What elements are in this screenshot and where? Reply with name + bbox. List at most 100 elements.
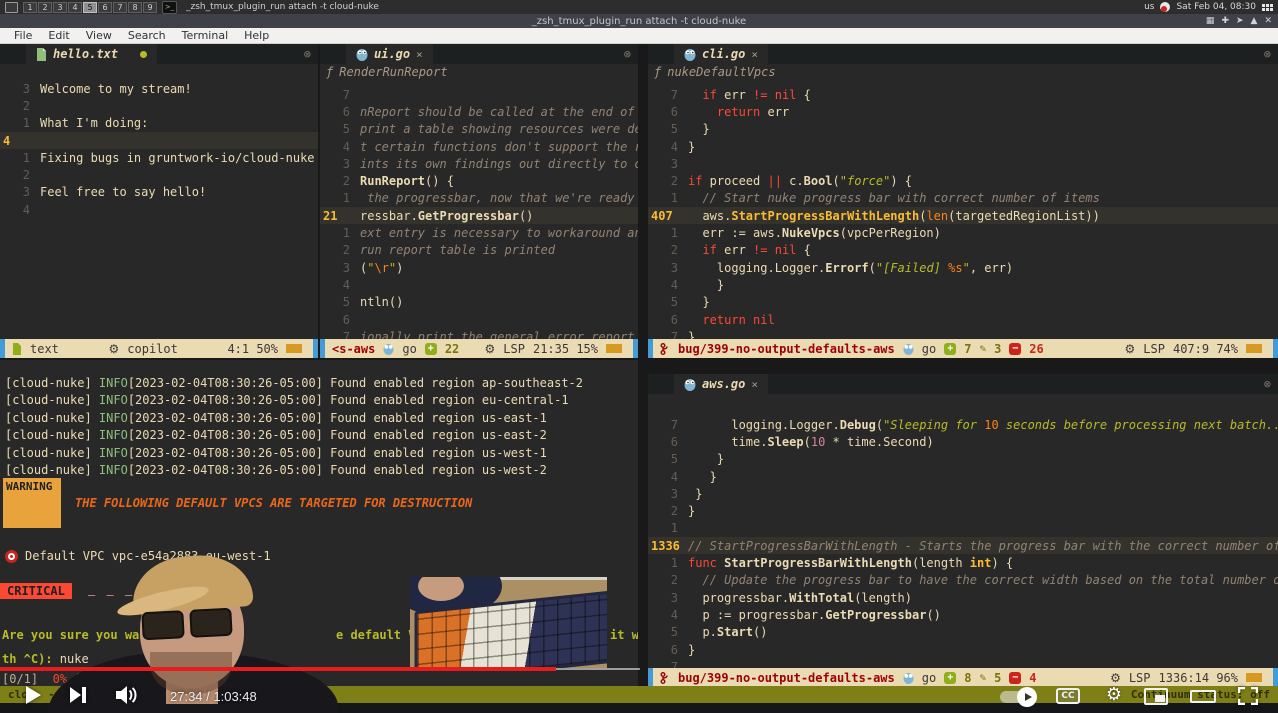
workspace-7[interactable]: 7 — [113, 2, 127, 13]
fullscreen-button[interactable] — [1238, 687, 1258, 705]
code-area[interactable]: 7 logging.Logger.Debug("Sleeping for 10 … — [648, 416, 1278, 675]
play-button[interactable] — [24, 685, 42, 705]
pin-icon[interactable]: ➤ — [1236, 16, 1244, 26]
code-text: (length — [912, 556, 970, 570]
line-number: 7 — [648, 418, 688, 432]
workspace-3[interactable]: 3 — [53, 2, 67, 13]
code-line: 5print a table showing resources were de… — [320, 121, 638, 138]
code-text: err — [717, 88, 753, 102]
miniplayer-button[interactable] — [1144, 688, 1168, 705]
menu-item-view[interactable]: View — [78, 29, 120, 42]
shade-icon[interactable]: ▲ — [1251, 16, 1258, 26]
volume-button[interactable] — [116, 686, 138, 704]
workspace-5[interactable]: 5 — [83, 2, 97, 13]
code-text: Feel free to say hello! — [40, 185, 206, 199]
terminal-titlebar[interactable]: _zsh_tmux_plugin_run attach -t cloud-nuk… — [0, 14, 1278, 28]
line-number: 7 — [320, 88, 360, 102]
code-line: 1 err := aws.NukeVpcs(vpcPerRegion) — [648, 224, 1278, 241]
code-area[interactable]: 7 if err != nil {6 return err5 }4}32if p… — [648, 86, 1278, 345]
autoplay-toggle[interactable] — [1000, 691, 1034, 703]
code-text: nil — [775, 243, 797, 257]
code-text: p. — [688, 625, 717, 639]
tab-close-icon[interactable]: × — [751, 48, 758, 61]
code-text: Bool — [804, 174, 833, 188]
menu-item-edit[interactable]: Edit — [40, 29, 77, 42]
code-text: != — [753, 88, 767, 102]
window-list-icon[interactable] — [5, 2, 18, 13]
code-line: 1 // Start nuke progress bar with correc… — [648, 190, 1278, 207]
function-icon: ƒ — [326, 65, 333, 79]
video-progress-played[interactable] — [0, 667, 556, 671]
code-text: } — [688, 140, 695, 154]
menu-item-help[interactable]: Help — [236, 29, 277, 42]
tab-aws-go[interactable]: aws.go × — [674, 374, 768, 394]
workspace-8[interactable]: 8 — [128, 2, 142, 13]
statusbar-aws: bug/399-no-output-defaults-aws go + 8 ✎ … — [648, 668, 1278, 687]
keyboard-layout-indicator[interactable]: us — [1144, 2, 1154, 12]
video-progress-buffered[interactable] — [556, 668, 640, 670]
tab-hello-txt[interactable]: hello.txt — [26, 44, 157, 64]
terminal-menubar: FileEditViewSearchTerminalHelp — [0, 28, 1278, 44]
workspace-9[interactable]: 9 — [143, 2, 157, 13]
move-icon[interactable]: ✚ — [1221, 16, 1229, 26]
go-gopher-icon — [356, 48, 368, 61]
tab-close-icon[interactable]: × — [416, 48, 423, 61]
clock[interactable]: Sat Feb 04, 08:30 — [1176, 2, 1256, 12]
line-number: 3 — [648, 591, 688, 605]
line-number: 4 — [648, 470, 688, 484]
close-circle-icon[interactable]: ⊗ — [624, 47, 631, 61]
tab-close-icon[interactable]: × — [751, 378, 758, 391]
git-modified-icon: ✎ — [979, 342, 986, 355]
code-text: c. — [782, 174, 804, 188]
menu-item-file[interactable]: File — [6, 29, 40, 42]
next-button[interactable] — [70, 687, 87, 703]
workspace-1[interactable]: 1 — [23, 2, 37, 13]
log-message: Found enabled region us-west-1 — [323, 446, 547, 460]
workspace-6[interactable]: 6 — [98, 2, 112, 13]
tile-icon[interactable]: ▦ — [1206, 16, 1215, 26]
code-text — [688, 313, 702, 327]
menu-item-search[interactable]: Search — [120, 29, 174, 42]
close-circle-icon[interactable]: ⊗ — [1264, 377, 1271, 391]
log-line: [cloud-nuke] INFO[2023-02-04T08:30:26-05… — [5, 411, 547, 425]
tab-ui-go[interactable]: ui.go × — [346, 44, 433, 64]
code-text: logging.Logger. — [688, 418, 840, 432]
code-text: } — [688, 504, 695, 518]
code-area[interactable]: 76nReport should be called at the end of… — [320, 86, 638, 345]
code-text: %s — [948, 261, 962, 275]
theater-mode-button[interactable] — [1190, 690, 1216, 703]
code-text — [688, 573, 702, 587]
log-level: INFO — [99, 446, 128, 460]
code-line: 2RunReport() { — [320, 172, 638, 189]
git-removed-count: 4 — [1029, 671, 1036, 685]
code-area[interactable]: 3Welcome to my stream!21What I'm doing:4… — [0, 80, 318, 218]
workspace-grid-icon[interactable] — [1262, 4, 1273, 11]
taskbar-window-title[interactable]: _zsh_tmux_plugin_run attach -t cloud-nuk… — [186, 2, 379, 12]
menu-item-terminal[interactable]: Terminal — [174, 29, 237, 42]
code-line: 7 if err != nil { — [648, 86, 1278, 103]
lsp-label: LSP — [503, 342, 525, 356]
terminal-app-icon[interactable]: >_ — [162, 1, 177, 14]
line-number: 2 — [648, 243, 688, 257]
subtitles-button[interactable]: CC — [1056, 688, 1080, 704]
warning-badge: WARNING — [3, 478, 61, 528]
code-text: What I'm doing: — [40, 116, 148, 130]
tabbar: cli.go × ⊗ — [648, 44, 1278, 64]
close-icon[interactable]: ✕ — [1264, 16, 1272, 26]
code-text: () — [753, 625, 767, 639]
log-prefix: [cloud-nuke] — [5, 446, 99, 460]
workspace-4[interactable]: 4 — [68, 2, 82, 13]
screen-recorder-icon[interactable] — [1160, 2, 1170, 12]
close-circle-icon[interactable]: ⊗ — [304, 47, 311, 61]
code-line: 1ext entry is necessary to workaround an… — [320, 224, 638, 241]
tab-cli-go[interactable]: cli.go × — [674, 44, 768, 64]
close-circle-icon[interactable]: ⊗ — [1264, 47, 1271, 61]
code-line: 4 — [0, 132, 318, 149]
git-removed-icon: − — [1009, 343, 1021, 355]
line-number: 407 — [648, 209, 688, 223]
workspace-2[interactable]: 2 — [38, 2, 52, 13]
line-number: 1 — [648, 556, 688, 570]
code-text: err — [760, 105, 789, 119]
git-branch-label: <s-aws — [332, 342, 375, 356]
settings-gear-icon[interactable]: ⚙ — [1106, 684, 1122, 705]
